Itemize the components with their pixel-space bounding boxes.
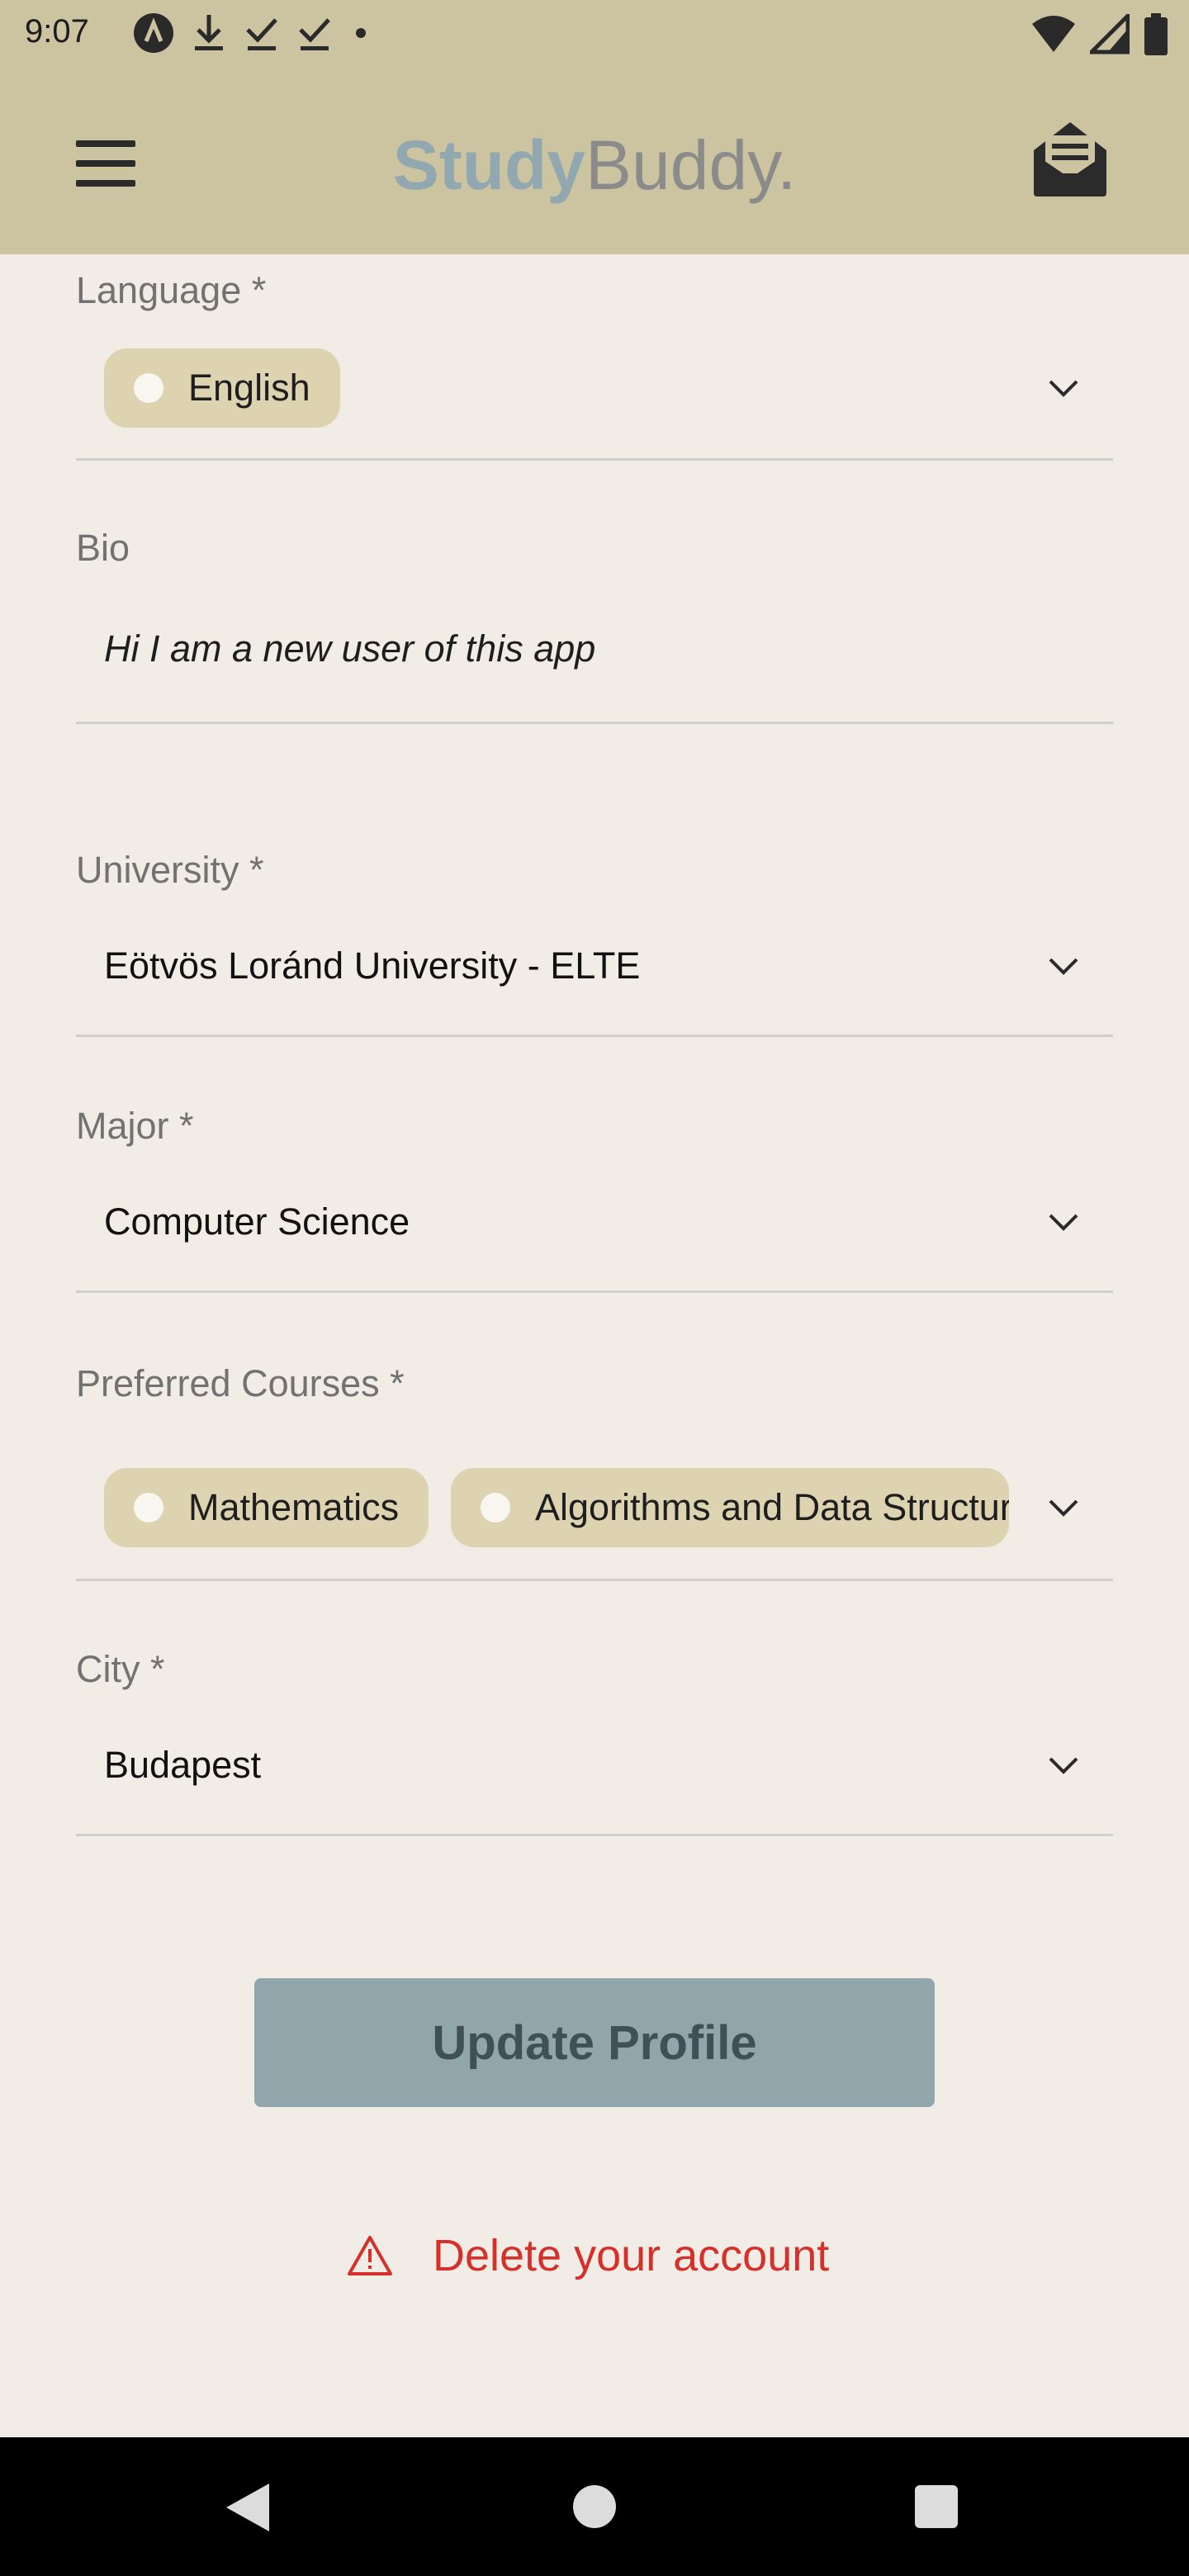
mail-open-icon — [1034, 122, 1106, 197]
download-icon — [195, 15, 223, 50]
chevron-down-icon[interactable] — [1047, 1491, 1080, 1524]
field-underline — [76, 722, 1113, 724]
language-chip[interactable]: English — [104, 348, 340, 428]
download-done-icon — [246, 18, 277, 50]
major-field[interactable]: Major * Computer Science — [76, 1105, 1113, 1296]
back-icon[interactable] — [223, 2482, 272, 2533]
bio-field[interactable]: Bio Hi I am a new user of this app — [76, 527, 1113, 725]
chip-label: English — [188, 367, 310, 409]
chip-dot-icon — [134, 373, 163, 403]
app-bar: StudyBuddy. — [0, 71, 1189, 254]
field-underline — [76, 1290, 1113, 1293]
course-chip-mathematics[interactable]: Mathematics — [104, 1468, 429, 1547]
signal-icon — [1090, 14, 1130, 54]
delete-account-button[interactable]: Delete your account — [347, 2223, 829, 2289]
chevron-down-icon[interactable] — [1047, 949, 1080, 983]
status-system-icons — [1030, 13, 1169, 56]
warning-icon — [348, 2236, 392, 2275]
brand-buddy: Buddy. — [585, 126, 797, 204]
messages-button[interactable] — [1030, 117, 1110, 200]
field-underline — [76, 1579, 1113, 1581]
city-field[interactable]: City * Budapest — [76, 1648, 1113, 1840]
system-nav-bar — [0, 2437, 1189, 2576]
university-value: Eötvös Loránd University - ELTE — [104, 945, 641, 987]
home-icon[interactable] — [573, 2485, 616, 2528]
university-field[interactable]: University * Eötvös Loránd University - … — [76, 849, 1113, 1040]
chip-label: Mathematics — [188, 1486, 400, 1528]
app-notification-icon — [134, 13, 173, 53]
language-field[interactable]: Language * English — [76, 269, 1113, 461]
dot-icon — [356, 28, 366, 38]
preferred-courses-field[interactable]: Preferred Courses * Mathematics Algorith… — [76, 1362, 1113, 1585]
major-label: Major * — [76, 1105, 194, 1147]
status-notification-icons — [132, 12, 373, 54]
chevron-down-icon[interactable] — [1047, 1749, 1080, 1782]
chevron-down-icon[interactable] — [1047, 372, 1080, 405]
download-done-icon — [299, 18, 330, 50]
bio-label: Bio — [76, 527, 130, 569]
update-profile-button[interactable]: Update Profile — [254, 1978, 935, 2107]
status-time: 9:07 — [25, 13, 89, 50]
course-chip-algorithms[interactable]: Algorithms and Data Structures — [451, 1468, 1009, 1547]
battery-icon — [1144, 13, 1168, 55]
city-value: Budapest — [104, 1744, 262, 1786]
preferred-courses-label: Preferred Courses * — [76, 1362, 405, 1404]
field-underline — [76, 1035, 1113, 1037]
chip-dot-icon — [134, 1493, 163, 1522]
field-underline — [76, 1834, 1113, 1836]
university-label: University * — [76, 849, 264, 891]
wifi-icon — [1032, 16, 1075, 52]
bio-input[interactable]: Hi I am a new user of this app — [104, 627, 595, 670]
brand-study: Study — [392, 126, 586, 204]
field-underline — [76, 458, 1113, 461]
delete-account-label: Delete your account — [433, 2231, 830, 2280]
language-label: Language * — [76, 269, 267, 311]
status-bar: 9:07 — [0, 0, 1189, 71]
major-value: Computer Science — [104, 1200, 410, 1243]
chevron-down-icon[interactable] — [1047, 1205, 1080, 1238]
recents-icon[interactable] — [915, 2485, 958, 2528]
app-logo: StudyBuddy. — [0, 125, 1189, 206]
chip-label: Algorithms and Data Structures — [535, 1486, 1009, 1528]
city-label: City * — [76, 1648, 165, 1690]
chip-dot-icon — [481, 1493, 510, 1522]
